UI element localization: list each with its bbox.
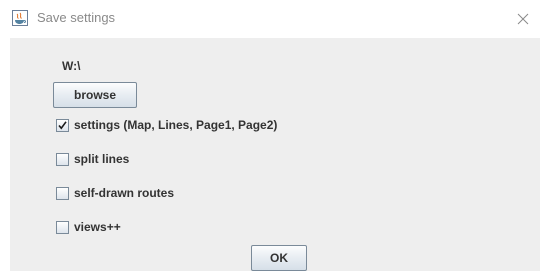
views-checkbox-label: views++ [74,220,121,234]
java-app-icon [12,10,28,26]
close-button[interactable] [505,0,541,38]
title-bar: Save settings [0,0,541,38]
settings-checkbox[interactable] [56,118,69,132]
self-drawn-routes-checkbox-label: self-drawn routes [74,186,175,200]
ok-button[interactable]: OK [251,245,307,271]
views-checkbox-row[interactable]: views++ [56,219,121,235]
window-title: Save settings [37,10,116,25]
settings-checkbox-label: settings (Map, Lines, Page1, Page2) [74,118,278,132]
self-drawn-routes-checkbox-row[interactable]: self-drawn routes [56,185,174,201]
self-drawn-routes-checkbox[interactable] [56,186,69,200]
split-lines-checkbox-row[interactable]: split lines [56,151,129,167]
settings-checkbox-row[interactable]: settings (Map, Lines, Page1, Page2) [56,117,277,133]
views-checkbox[interactable] [56,220,69,234]
dialog-content: W:\ browse settings (Map, Lines, Page1, … [10,38,540,271]
split-lines-checkbox[interactable] [56,152,69,166]
close-icon [517,13,529,25]
browse-button[interactable]: browse [53,82,137,108]
path-label: W:\ [62,59,81,73]
split-lines-checkbox-label: split lines [74,152,130,166]
checkmark-icon [58,120,67,129]
